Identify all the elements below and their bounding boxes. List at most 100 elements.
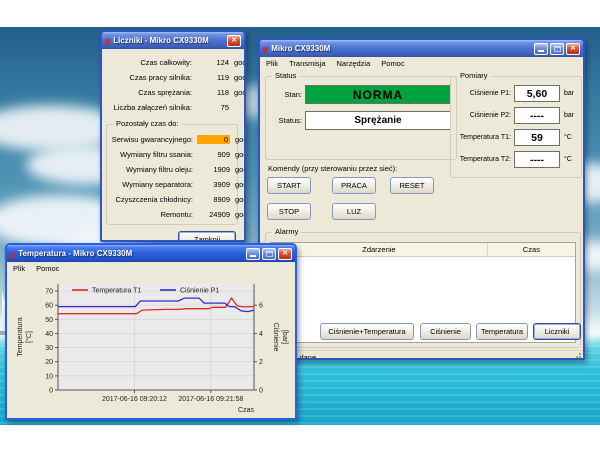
counter-value: 24909 (197, 210, 230, 219)
chart-menubar: Plik Pomoc (7, 262, 295, 275)
counter-label: Wymiany filtru oleju: (107, 165, 197, 174)
measurement-row: Temperatura T1: 59 °C (453, 129, 579, 146)
status-group-label: Status (272, 71, 299, 80)
svg-text:60: 60 (45, 303, 53, 310)
svg-text:50: 50 (45, 317, 53, 324)
counters-window-title: Liczniki - Mikro CX9330M (113, 36, 225, 45)
status-label: Status: (270, 116, 305, 125)
close-counters-button[interactable]: Zamknij (178, 231, 236, 242)
reset-button[interactable]: RESET (390, 177, 434, 194)
status-group: Status Stan: NORMA Status: Sprężanie (265, 76, 457, 160)
alarm-col-zdarzenie[interactable]: Zdarzenie (271, 243, 488, 256)
counter-value: 1909 (197, 165, 230, 174)
alarmy-group-label: Alarmy (272, 227, 301, 236)
counter-value: 124 (196, 58, 229, 67)
svg-text:0: 0 (259, 388, 263, 395)
counter-row: Czas pracy silnika: 119 godz. (106, 70, 238, 85)
close-icon[interactable]: ✕ (566, 43, 580, 55)
counters-body: Czas całkowity: 124 godz. Czas pracy sil… (102, 49, 244, 242)
counter-unit: godz. (230, 135, 246, 144)
counter-label: Czyszczenia chłodnicy: (107, 195, 197, 204)
minimize-icon[interactable] (246, 248, 260, 260)
svg-text:6: 6 (259, 303, 263, 310)
minimize-icon[interactable] (534, 43, 548, 55)
svg-text:2017-06-16 09:21:58: 2017-06-16 09:21:58 (178, 396, 243, 403)
measurement-unit: °C (560, 156, 572, 163)
measurement-row: Ciśnienie P1: 5,60 bar (453, 85, 579, 102)
main-titlebar[interactable]: µ Mikro CX9330M ✕ (260, 40, 583, 57)
counter-label: Czas sprężania: (106, 88, 196, 97)
counter-row: Liczba załączeń silnika: 75 (106, 100, 238, 115)
close-icon[interactable]: ✕ (278, 248, 292, 260)
measurement-row: Ciśnienie P2: ---- bar (453, 107, 579, 124)
counter-row: Czas sprężania: 118 godz. (106, 85, 238, 100)
counter-value: 118 (196, 88, 229, 97)
counters-window: µ Liczniki - Mikro CX9330M ✕ Czas całkow… (100, 30, 246, 242)
counter-unit: godz. (230, 195, 246, 204)
svg-text:4: 4 (259, 331, 263, 338)
measurement-label: Temperatura T2: (453, 156, 514, 163)
counters-titlebar[interactable]: µ Liczniki - Mikro CX9330M ✕ (102, 32, 244, 49)
app-icon: µ (263, 44, 268, 54)
counter-row: Czas całkowity: 124 godz. (106, 55, 238, 70)
svg-text:[bar]: [bar] (281, 330, 288, 344)
svg-text:2017-06-16 09:20:12: 2017-06-16 09:20:12 (102, 396, 167, 403)
counter-label: Wymiany separatora: (107, 180, 197, 189)
menu-transmisja[interactable]: Transmisja (289, 59, 325, 68)
liczniki-button[interactable]: Liczniki (533, 323, 581, 340)
counter-label: Wymiany filtru ssania: (107, 150, 197, 159)
counter-label: Serwisu gwarancyjnego: (107, 135, 197, 144)
maximize-icon[interactable] (262, 248, 276, 260)
komendy-label: Komendy (przy sterowaniu przez sieć): (268, 164, 397, 173)
counter-value: 3909 (197, 180, 230, 189)
stan-label: Stan: (270, 90, 305, 99)
counter-row: Wymiany filtru oleju: 1909 godz. (107, 162, 235, 177)
remaining-time-group: Pozostały czas do: Serwisu gwarancyjnego… (106, 124, 238, 225)
measurement-unit: °C (560, 134, 572, 141)
svg-text:10: 10 (45, 373, 53, 380)
measurement-label: Ciśnienie P1: (453, 90, 514, 97)
counter-value: 75 (196, 103, 229, 112)
measurement-value: 59 (514, 129, 560, 146)
measurement-value: ---- (514, 107, 560, 124)
menu-pomoc[interactable]: Pomoc (36, 264, 59, 273)
menu-narzedzia[interactable]: Narzędzia (337, 59, 371, 68)
warranty-service-value: 0 (197, 135, 230, 144)
menu-pomoc[interactable]: Pomoc (381, 59, 404, 68)
cisnienie-temperatura-button[interactable]: Ciśnienie+Temperatura (320, 323, 414, 340)
counter-label: Liczba załączeń silnika: (106, 103, 196, 112)
start-button[interactable]: START (267, 177, 311, 194)
menu-plik[interactable]: Plik (266, 59, 278, 68)
counter-row: Wymiany filtru ssania: 909 godz. (107, 147, 235, 162)
measurement-row: Temperatura T2: ---- °C (453, 151, 579, 168)
svg-text:40: 40 (45, 331, 53, 338)
praca-button[interactable]: PRACA (332, 177, 376, 194)
luz-button[interactable]: LUZ (332, 203, 376, 220)
temperatura-button[interactable]: Temperatura (476, 323, 528, 340)
chart-window: µ Temperatura - Mikro CX9330M ✕ Plik Pom… (5, 243, 297, 420)
measurement-unit: bar (560, 90, 574, 97)
stop-button[interactable]: STOP (267, 203, 311, 220)
counter-value: 909 (197, 150, 230, 159)
counter-unit: godz. (230, 180, 246, 189)
svg-text:[°C]: [°C] (25, 331, 33, 343)
maximize-icon[interactable] (550, 43, 564, 55)
menu-plik[interactable]: Plik (13, 264, 25, 273)
close-icon[interactable]: ✕ (227, 35, 241, 47)
svg-text:Temperatura: Temperatura (17, 317, 24, 356)
measurement-label: Ciśnienie P2: (453, 112, 514, 119)
chart-titlebar[interactable]: µ Temperatura - Mikro CX9330M ✕ (7, 245, 295, 262)
main-window-title: Mikro CX9330M (271, 44, 532, 53)
measurement-value: ---- (514, 151, 560, 168)
measurement-value: 5,60 (514, 85, 560, 102)
counter-unit: godz. (230, 165, 246, 174)
app-icon: µ (10, 249, 15, 259)
alarm-col-czas[interactable]: Czas (488, 243, 575, 256)
main-menubar: Plik Transmisja Narzędzia Pomoc (260, 57, 583, 70)
cisnienie-button[interactable]: Ciśnienie (420, 323, 471, 340)
alarm-table-header: Zdarzenie Czas (271, 243, 575, 257)
counter-label: Remontu: (107, 210, 197, 219)
resize-grip-icon[interactable] (572, 352, 581, 360)
pomiary-group: Pomiary Ciśnienie P1: 5,60 bar Ciśnienie… (450, 76, 582, 178)
counter-value: 8909 (197, 195, 230, 204)
